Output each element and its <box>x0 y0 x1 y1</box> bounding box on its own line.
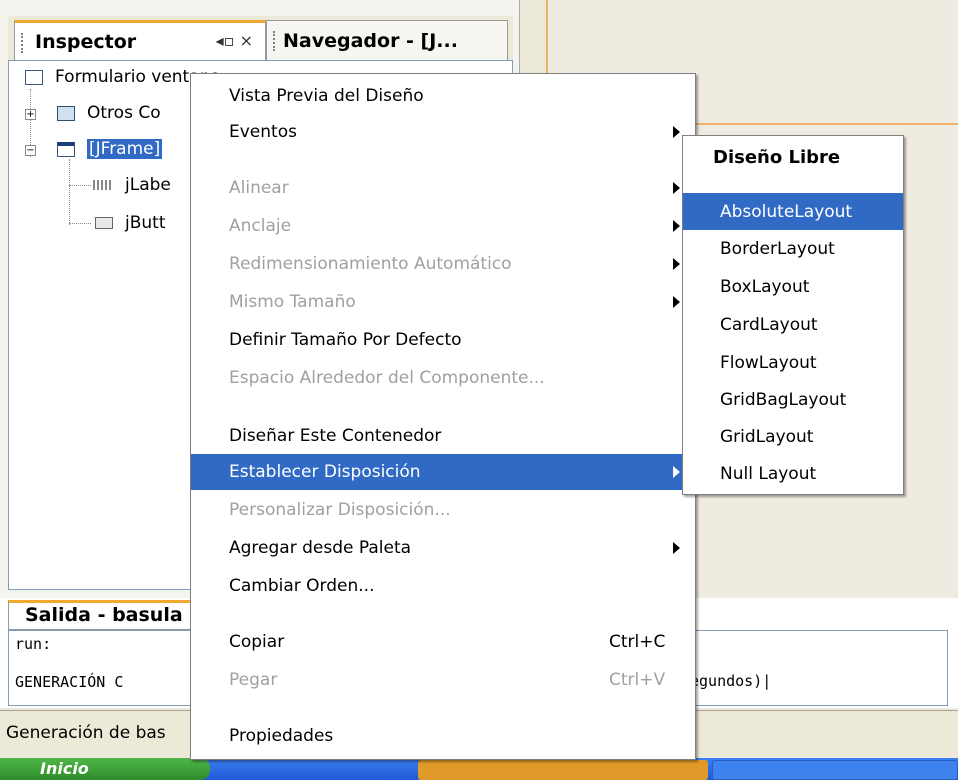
status-text: Generación de bas <box>6 723 166 743</box>
submenu-item-boxlayout[interactable]: BoxLayout <box>683 268 903 305</box>
tab-navigator-label: Navegador - [J... <box>283 29 458 52</box>
quick-launch[interactable] <box>226 760 366 780</box>
menu-shortcut: Ctrl+V <box>609 670 666 690</box>
menu-item-label: Diseñar Este Contenedor <box>229 426 442 446</box>
frame-icon <box>57 141 75 157</box>
menu-item-label: Definir Tamaño Por Defecto <box>229 330 462 350</box>
context-menu: Vista Previa del Diseño Eventos Alinear … <box>190 73 696 760</box>
menu-item-agregar-paleta[interactable]: Agregar desde Paleta <box>191 530 695 566</box>
menu-item-label: Propiedades <box>229 726 334 746</box>
collapse-icon[interactable]: − <box>25 145 36 156</box>
menu-separator <box>195 405 691 406</box>
submenu-arrow-icon <box>673 220 680 232</box>
menu-item-mismo-tamano[interactable]: Mismo Tamaño <box>191 284 695 320</box>
submenu-item-null-layout[interactable]: Null Layout <box>683 455 903 492</box>
menu-item-eventos[interactable]: Eventos <box>191 114 695 150</box>
tree-node-label: jButt <box>125 213 166 233</box>
menu-item-label: Pegar <box>229 670 278 690</box>
menu-item-vista-previa[interactable]: Vista Previa del Diseño <box>191 78 695 114</box>
menu-item-cambiar-orden[interactable]: Cambiar Orden... <box>191 568 695 604</box>
submenu-item-absolutelayout[interactable]: AbsoluteLayout <box>683 193 903 230</box>
label-icon <box>93 180 113 190</box>
tree-node-jframe[interactable]: [JFrame] <box>57 139 163 159</box>
taskbar: Inicio <box>0 758 958 780</box>
tree-node-others[interactable]: Otros Co <box>57 103 161 123</box>
menu-item-personalizar[interactable]: Personalizar Disposición... <box>191 492 695 528</box>
submenu-item-diseno-libre[interactable]: Diseño Libre <box>683 136 903 178</box>
menu-item-label: Personalizar Disposición... <box>229 500 451 520</box>
tab-controls[interactable]: ◂▫ × <box>216 31 253 50</box>
menu-item-propiedades[interactable]: Propiedades <box>191 718 695 754</box>
taskbar-button[interactable] <box>712 760 958 780</box>
menu-item-label: Copiar <box>229 632 285 652</box>
inspector-tabstrip: Inspector ◂▫ × Navegador - [J... <box>8 16 513 60</box>
button-icon <box>95 217 113 229</box>
menu-item-label: Alinear <box>229 178 289 198</box>
menu-separator <box>195 157 691 158</box>
menu-item-label: Agregar desde Paleta <box>229 538 412 558</box>
submenu-arrow-icon <box>673 296 680 308</box>
submenu-item-borderlayout[interactable]: BorderLayout <box>683 230 903 267</box>
menu-separator <box>685 183 901 184</box>
submenu-item-cardlayout[interactable]: CardLayout <box>683 306 903 343</box>
submenu-arrow-icon <box>673 258 680 270</box>
layout-submenu: Diseño Libre AbsoluteLayout BorderLayout… <box>682 135 904 495</box>
tab-output-label: Salida - basula <box>25 604 183 626</box>
output-line: GENERACIÓN C <box>15 673 124 691</box>
submenu-arrow-icon <box>673 126 680 138</box>
tab-inspector[interactable]: Inspector ◂▫ × <box>14 20 266 60</box>
menu-item-anclaje[interactable]: Anclaje <box>191 208 695 244</box>
components-icon <box>57 105 75 121</box>
menu-item-establecer-disposicion[interactable]: Establecer Disposición <box>191 454 695 490</box>
form-icon <box>25 69 43 85</box>
output-line-tail: egundos)| <box>690 672 772 690</box>
menu-item-label: Establecer Disposición <box>229 462 421 482</box>
tree-node-label: jLabe <box>125 175 171 195</box>
menu-item-copiar[interactable]: Copiar Ctrl+C <box>191 624 695 660</box>
start-button[interactable]: Inicio <box>0 758 210 780</box>
submenu-item-flowlayout[interactable]: FlowLayout <box>683 344 903 381</box>
menu-separator <box>195 612 691 613</box>
tab-navigator[interactable]: Navegador - [J... <box>266 20 508 60</box>
expand-icon[interactable]: + <box>25 109 36 120</box>
menu-item-alinear[interactable]: Alinear <box>191 170 695 206</box>
submenu-item-gridbaglayout[interactable]: GridBagLayout <box>683 381 903 418</box>
submenu-item-gridlayout[interactable]: GridLayout <box>683 418 903 455</box>
output-line: run: <box>15 635 52 653</box>
start-label: Inicio <box>40 759 89 778</box>
menu-item-label: Eventos <box>229 122 297 142</box>
tree-node-jbutton[interactable]: jButt <box>95 213 166 233</box>
submenu-arrow-icon <box>673 542 680 554</box>
menu-item-label: Anclaje <box>229 216 292 236</box>
menu-separator <box>195 707 691 708</box>
menu-shortcut: Ctrl+C <box>609 632 666 652</box>
menu-item-definir-tamano[interactable]: Definir Tamaño Por Defecto <box>191 322 695 358</box>
tree-node-label: Otros Co <box>87 103 161 123</box>
menu-item-disenar-contenedor[interactable]: Diseñar Este Contenedor <box>191 418 695 454</box>
menu-item-label: Mismo Tamaño <box>229 292 356 312</box>
grip-icon[interactable] <box>273 31 276 51</box>
grip-icon[interactable] <box>21 33 24 53</box>
submenu-arrow-icon <box>673 466 680 478</box>
menu-item-redimensionamiento[interactable]: Redimensionamiento Automático <box>191 246 695 282</box>
tab-inspector-label: Inspector <box>35 30 137 53</box>
submenu-arrow-icon <box>673 182 680 194</box>
menu-item-label: Espacio Alrededor del Componente... <box>229 368 545 388</box>
tree-node-jlabel[interactable]: jLabe <box>93 175 171 195</box>
tree-node-label: [JFrame] <box>87 139 163 159</box>
menu-item-espacio[interactable]: Espacio Alrededor del Componente... <box>191 360 695 396</box>
menu-item-label: Redimensionamiento Automático <box>229 254 512 274</box>
menu-item-pegar[interactable]: Pegar Ctrl+V <box>191 662 695 698</box>
menu-item-label: Cambiar Orden... <box>229 576 375 596</box>
taskbar-button[interactable] <box>418 760 708 780</box>
menu-item-label: Vista Previa del Diseño <box>229 86 424 106</box>
